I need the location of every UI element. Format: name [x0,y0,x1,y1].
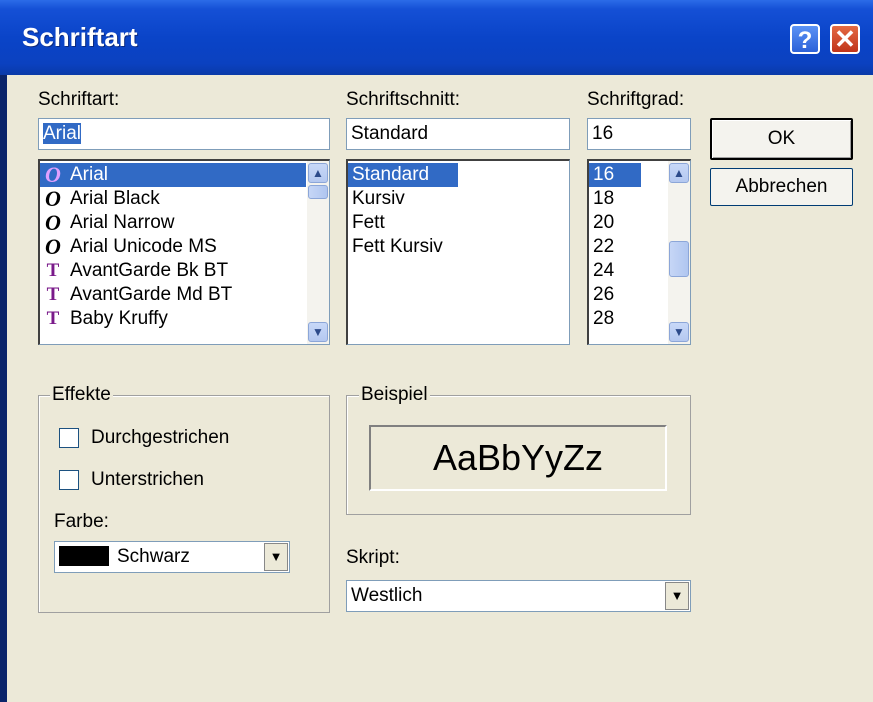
font-list-item[interactable]: T Baby Kruffy [40,307,306,331]
font-list-item-label: AvantGarde Md BT [70,284,233,305]
size-list-item[interactable]: 16 [589,163,641,187]
font-list-item[interactable]: O Arial [40,163,306,187]
script-value: Westlich [351,585,423,606]
help-button[interactable]: ? [790,24,820,54]
size-list-item[interactable]: 26 [589,283,641,307]
size-list-item[interactable]: 22 [589,235,641,259]
color-swatch [59,546,109,566]
style-list-item[interactable]: Fett [348,211,552,235]
color-label: Farbe: [54,511,109,532]
scroll-up-arrow-icon[interactable]: ▲ [308,163,328,183]
underline-checkbox[interactable] [59,470,79,490]
dropdown-arrow-icon[interactable]: ▼ [264,543,288,571]
scroll-up-arrow-icon[interactable]: ▲ [669,163,689,183]
dialog-body: Schriftart: Arial T Baby Kruffy T AvantGard… [7,75,873,702]
style-list-item[interactable]: Kursiv [348,187,552,211]
style-list-item[interactable]: Standard [348,163,458,187]
truetype-font-icon: T [46,308,60,329]
font-name-input[interactable]: Arial [38,118,330,150]
opentype-font-icon: O [45,162,61,187]
font-list-item[interactable]: O Arial Unicode MS [40,235,306,259]
font-name-value: Arial [43,123,82,144]
size-value: 16 [592,123,614,144]
size-list[interactable]: 28 26 24 22 20 18 16 ▲ ▼ [587,159,691,345]
opentype-font-icon: O [45,186,61,211]
font-label: Schriftart: [38,89,120,110]
style-list-item[interactable]: Fett Kursiv [348,235,552,259]
size-list-scrollbar[interactable]: ▲ ▼ [668,161,690,344]
strikeout-label: Durchgestrichen [91,427,230,448]
scroll-down-arrow-icon[interactable]: ▼ [308,322,328,342]
dropdown-arrow-icon[interactable]: ▼ [665,582,689,610]
font-list-item-label: Baby Kruffy [70,308,168,329]
truetype-font-icon: T [46,284,60,305]
script-label: Skript: [346,547,400,568]
font-list-item-label: Arial [70,164,109,185]
font-list-item-label: AvantGarde Bk BT [70,260,229,281]
color-select[interactable]: Schwarz ▼ [54,541,290,573]
style-input[interactable]: Standard [346,118,570,150]
scroll-thumb[interactable] [669,241,689,277]
size-list-item[interactable]: 28 [589,307,641,331]
script-select[interactable]: Westlich ▼ [346,580,691,612]
close-button[interactable]: ✕ [830,24,860,54]
opentype-font-icon: O [45,234,61,259]
size-list-item[interactable]: 24 [589,259,641,283]
font-list-item-label: Arial Narrow [70,212,175,233]
scroll-down-arrow-icon[interactable]: ▼ [669,322,689,342]
underline-label: Unterstrichen [91,469,204,490]
font-list-item[interactable]: T AvantGarde Md BT [40,283,306,307]
opentype-font-icon: O [45,210,61,235]
size-list-item[interactable]: 18 [589,187,641,211]
sample-legend: Beispiel [359,384,430,405]
font-list-item-label: Arial Unicode MS [70,236,217,257]
title-bar[interactable]: Schriftart ? ✕ [0,0,873,75]
size-list-item[interactable]: 20 [589,211,641,235]
scroll-thumb[interactable] [308,185,328,199]
truetype-font-icon: T [46,260,60,281]
color-value: Schwarz [117,546,190,567]
window-title: Schriftart [22,22,138,52]
strikeout-checkbox[interactable] [59,428,79,448]
font-list[interactable]: T Baby Kruffy T AvantGarde Md BT T AvantGarde… [38,159,330,345]
font-list-item[interactable]: O Arial Narrow [40,211,306,235]
style-list[interactable]: Standard Kursiv Fett Fett Kursiv [346,159,570,345]
ok-button[interactable]: OK [710,118,853,160]
sample-preview: AaBbYyZz [369,425,667,491]
effects-legend: Effekte [50,384,113,405]
cancel-button[interactable]: Abbrechen [710,168,853,206]
style-label: Schriftschnitt: [346,89,461,110]
font-list-item[interactable]: O Arial Black [40,187,306,211]
size-label: Schriftgrad: [587,89,685,110]
font-list-item[interactable]: T AvantGarde Bk BT [40,259,306,283]
font-list-scrollbar[interactable]: ▲ ▼ [307,161,329,344]
font-dialog-window: Schriftart ? ✕ Schriftart: Arial T Baby K… [0,0,873,702]
style-value: Standard [351,123,429,144]
font-list-item-label: Arial Black [70,188,160,209]
size-input[interactable]: 16 [587,118,691,150]
